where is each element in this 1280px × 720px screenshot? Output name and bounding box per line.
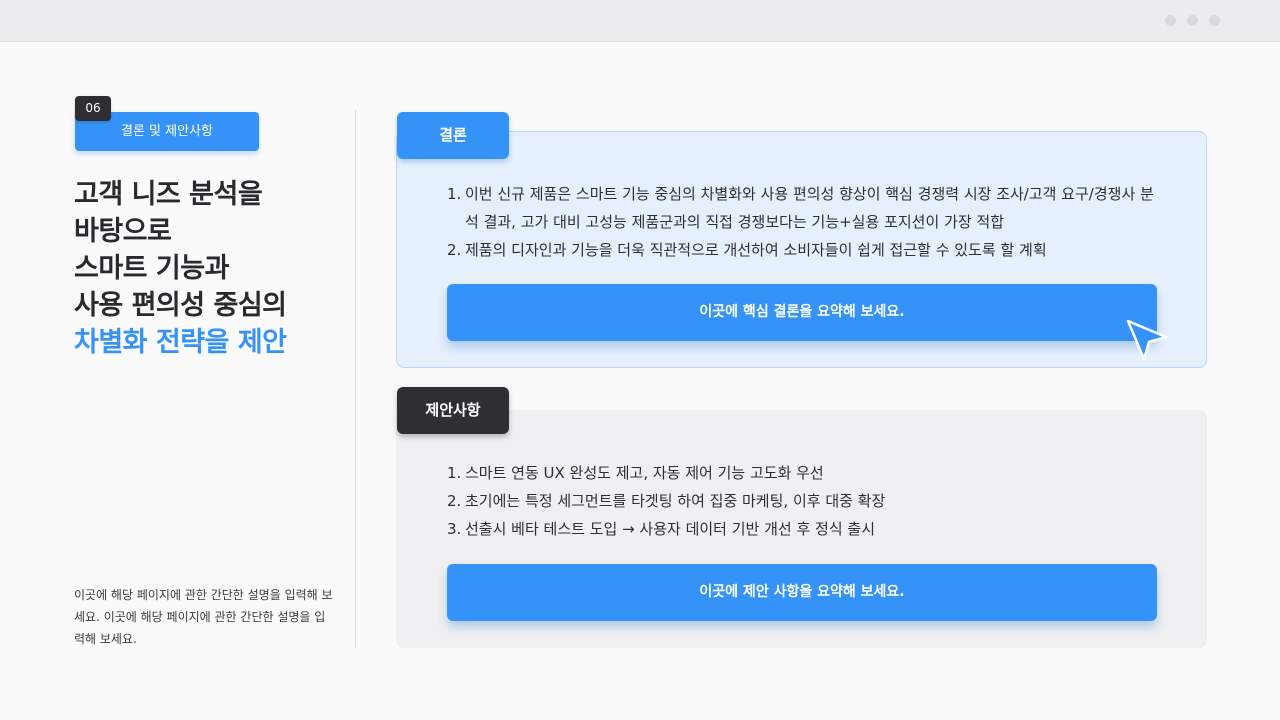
list-item-text: 이번 신규 제품은 스마트 기능 중심의 차별화와 사용 편의성 향상이 핵심 … bbox=[465, 185, 1154, 231]
page-description: 이곳에 해당 페이지에 관한 간단한 설명을 입력해 보세요. 이곳에 해당 페… bbox=[74, 588, 333, 646]
conclusion-list: 1. 이번 신규 제품은 스마트 기능 중심의 차별화와 사용 편의성 향상이 … bbox=[447, 180, 1167, 264]
title-line: 사용 편의성 중심의 bbox=[74, 290, 287, 321]
list-item: 1. 이번 신규 제품은 스마트 기능 중심의 차별화와 사용 편의성 향상이 … bbox=[447, 180, 1167, 236]
proposal-list: 1. 스마트 연동 UX 완성도 제고, 자동 제어 기능 고도화 우선 2. … bbox=[447, 459, 1167, 543]
conclusion-label: 결론 bbox=[397, 112, 509, 159]
list-item-text: 제품의 디자인과 기능을 더욱 직관적으로 개선하여 소비자들이 쉽게 접근할 … bbox=[465, 241, 1047, 259]
list-item-number: 2. bbox=[447, 492, 462, 510]
list-item-text: 초기에는 특정 세그먼트를 타겟팅 하여 집중 마케팅, 이후 대중 확장 bbox=[465, 492, 886, 510]
list-item-number: 2. bbox=[447, 241, 462, 259]
title-line: 고객 니즈 분석을 bbox=[74, 179, 263, 210]
cursor-arrow-icon bbox=[1126, 319, 1168, 361]
conclusion-summary-button[interactable]: 이곳에 핵심 결론을 요약해 보세요. bbox=[447, 284, 1157, 341]
list-item: 1. 스마트 연동 UX 완성도 제고, 자동 제어 기능 고도화 우선 bbox=[447, 459, 1167, 487]
window-dot-icon bbox=[1209, 15, 1220, 26]
window-dot-icon bbox=[1187, 15, 1198, 26]
title-line: 바탕으로 bbox=[74, 216, 172, 247]
title-line: 스마트 기능과 bbox=[74, 253, 229, 284]
window-dot-icon bbox=[1165, 15, 1176, 26]
proposal-summary-button[interactable]: 이곳에 제안 사항을 요약해 보세요. bbox=[447, 564, 1157, 621]
list-item-number: 1. bbox=[447, 464, 462, 482]
list-item-number: 3. bbox=[447, 520, 462, 538]
vertical-divider bbox=[355, 110, 356, 648]
list-item-number: 1. bbox=[447, 185, 462, 203]
list-item: 3. 선출시 베타 테스트 도입 → 사용자 데이터 기반 개선 후 정식 출시 bbox=[447, 515, 1167, 543]
list-item-text: 스마트 연동 UX 완성도 제고, 자동 제어 기능 고도화 우선 bbox=[465, 464, 824, 482]
title-accent-line: 차별화 전략을 제안 bbox=[74, 327, 287, 358]
proposal-label: 제안사항 bbox=[397, 387, 509, 434]
slide-number-badge: 06 bbox=[75, 96, 111, 121]
window-top-bar bbox=[0, 0, 1280, 42]
page-title: 고객 니즈 분석을 바탕으로 스마트 기능과 사용 편의성 중심의 차별화 전략… bbox=[74, 176, 344, 361]
list-item-text: 선출시 베타 테스트 도입 → 사용자 데이터 기반 개선 후 정식 출시 bbox=[465, 520, 876, 538]
list-item: 2. 제품의 디자인과 기능을 더욱 직관적으로 개선하여 소비자들이 쉽게 접… bbox=[447, 236, 1167, 264]
list-item: 2. 초기에는 특정 세그먼트를 타겟팅 하여 집중 마케팅, 이후 대중 확장 bbox=[447, 487, 1167, 515]
